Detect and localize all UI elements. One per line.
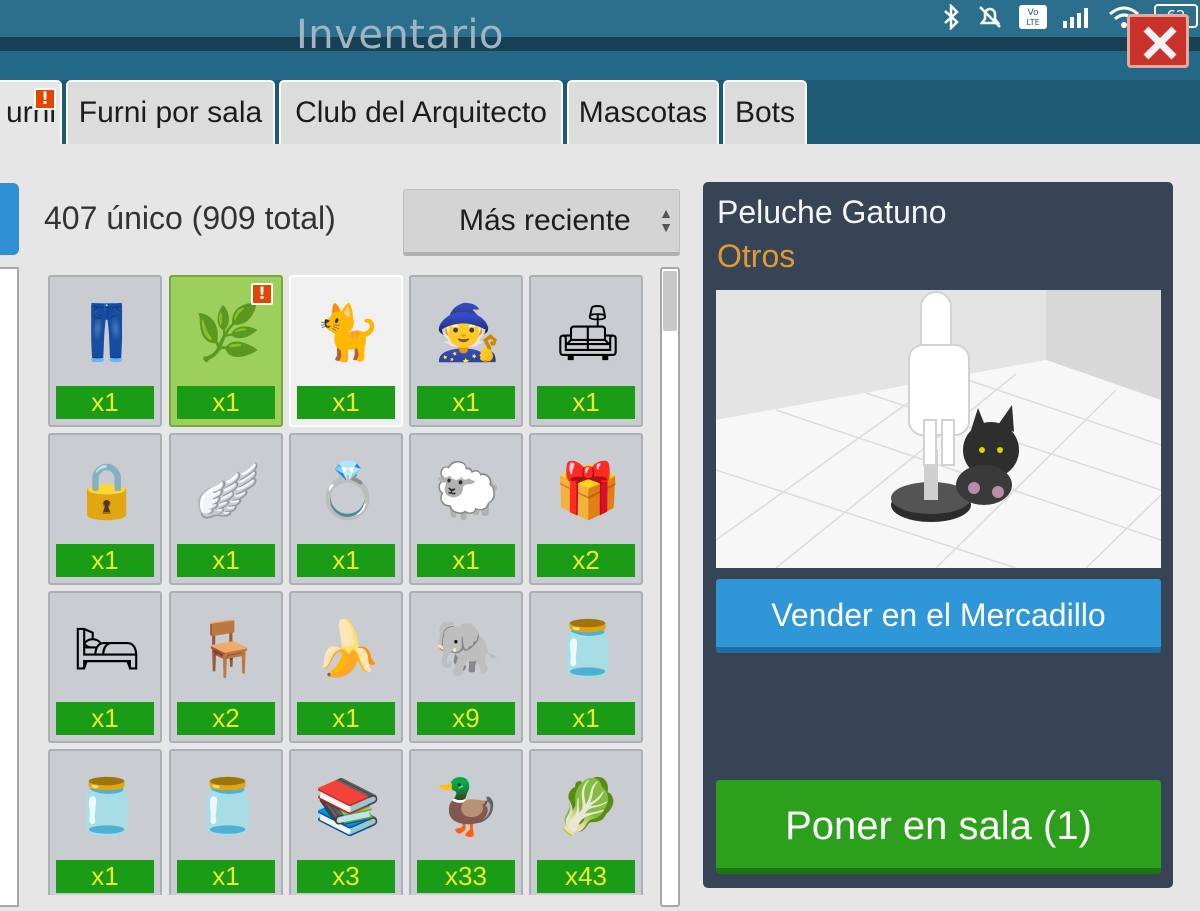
inventory-item[interactable]: 💍 x1 xyxy=(289,433,403,585)
inventory-item[interactable]: 🎁 x2 xyxy=(529,433,643,585)
item-quantity: x43 xyxy=(537,860,635,893)
item-preview xyxy=(716,290,1161,568)
sheep-hanger-icon: 🐑 xyxy=(434,459,502,522)
glass-jar-icon: 🫙 xyxy=(194,775,262,838)
item-quantity: x1 xyxy=(417,544,515,577)
rubber-duck-icon: 🦆 xyxy=(434,775,502,838)
tab-label: Club del Arquitecto xyxy=(295,96,547,129)
alert-badge: ! xyxy=(34,88,56,110)
room-preview-image xyxy=(716,290,1161,568)
category-scrollbar[interactable] xyxy=(0,267,19,907)
inventory-item[interactable]: 🥬 x43 xyxy=(529,749,643,895)
close-icon xyxy=(1143,26,1177,60)
tab-label: Mascotas xyxy=(578,96,708,129)
item-quantity: x1 xyxy=(297,702,395,735)
sort-value: Más reciente xyxy=(459,204,631,237)
gift-bag-icon: 🎁 xyxy=(554,459,622,522)
status-bar: Vo LTE xyxy=(940,2,1140,32)
volte-icon: VoLTE xyxy=(1019,5,1047,29)
gnome-icon: 🧙 xyxy=(434,301,502,364)
item-name: Peluche Gatuno xyxy=(717,194,947,230)
pants-icon: 👖 xyxy=(73,301,141,364)
inventory-item[interactable]: 🐑 x1 xyxy=(409,433,523,585)
black-cat-plush-icon: 🐈 xyxy=(314,301,382,364)
inventory-item[interactable]: 🪽 x1 xyxy=(169,433,283,585)
item-details-panel: Peluche Gatuno Otros Vender en el Mercad… xyxy=(703,182,1173,888)
inventory-item[interactable]: 🔒 x1 xyxy=(48,433,162,585)
sell-marketplace-button[interactable]: Vender en el Mercadillo xyxy=(716,579,1161,653)
item-quantity: x1 xyxy=(56,860,154,893)
inventory-item[interactable]: 👖 x1 xyxy=(48,275,162,427)
scrollbar-thumb[interactable] xyxy=(663,271,677,331)
item-quantity: x1 xyxy=(56,386,154,419)
item-quantity: x2 xyxy=(537,544,635,577)
item-quantity: x1 xyxy=(537,386,635,419)
category-button[interactable] xyxy=(0,183,19,255)
sort-select[interactable]: Más reciente ▲ ▼ xyxy=(403,189,680,256)
inventory-item[interactable]: 🫙 x1 xyxy=(48,749,162,895)
wooden-chair-icon: 🪑 xyxy=(194,617,262,680)
tab-club-del-arquitecto[interactable]: Club del Arquitecto xyxy=(279,80,563,144)
window-titlebar: Inventario VoLTE 62 xyxy=(0,0,1200,80)
window-title: Inventario xyxy=(296,12,505,58)
item-quantity: x1 xyxy=(537,702,635,735)
elephant-icon: 🐘 xyxy=(434,617,502,680)
glass-jar-icon: 🫙 xyxy=(73,775,141,838)
inventory-item[interactable]: 🐘 x9 xyxy=(409,591,523,743)
item-quantity: x1 xyxy=(417,386,515,419)
inventory-item[interactable]: 🌿 x1! xyxy=(169,275,283,427)
sort-arrows-icon: ▲ ▼ xyxy=(659,205,673,235)
item-quantity: x3 xyxy=(297,860,395,893)
cabbage-icon: 🥬 xyxy=(554,775,622,838)
svg-text:LTE: LTE xyxy=(1026,18,1039,27)
glass-jar-icon: 🫙 xyxy=(554,617,622,680)
tab-furni-por-sala[interactable]: Furni por sala xyxy=(66,80,275,144)
inventory-item[interactable]: 🧙 x1 xyxy=(409,275,523,427)
inventory-item[interactable]: 🪑 x2 xyxy=(169,591,283,743)
tab-label: Bots xyxy=(734,96,796,129)
bed-icon: 🛏 xyxy=(72,617,142,680)
item-quantity: x1 xyxy=(177,860,275,893)
sofa-icon: 🛋 xyxy=(553,301,623,364)
alert-badge: ! xyxy=(251,283,273,305)
signal-icon xyxy=(1063,8,1088,28)
svg-text:Vo: Vo xyxy=(1028,8,1039,18)
place-in-room-button[interactable]: Poner en sala (1) xyxy=(716,780,1161,874)
item-quantity: x33 xyxy=(417,860,515,893)
inventory-scrollbar[interactable] xyxy=(660,267,680,907)
tab-label: Furni por sala xyxy=(78,96,263,129)
inventory-item[interactable]: 🫙 x1 xyxy=(529,591,643,743)
item-quantity: x1 xyxy=(56,702,154,735)
inventory-grid: 👖 x1 🌿 x1! 🐈 x1 🧙 x1 🛋 x1 🔒 x1 🪽 x1 💍 x1 🐑 x1 🎁 x2 🛏 x1 🪑 x2 🍌 x1… xyxy=(48,275,646,895)
close-button[interactable] xyxy=(1127,14,1189,68)
tab-furni[interactable]: urni ! xyxy=(0,80,62,144)
item-quantity: x9 xyxy=(417,702,515,735)
inventory-item[interactable]: 🐈 x1 xyxy=(289,275,403,427)
inventory-item[interactable]: 🛏 x1 xyxy=(48,591,162,743)
padlock-heart-icon: 🔒 xyxy=(73,459,141,522)
item-quantity: x2 xyxy=(177,702,275,735)
item-quantity: x1 xyxy=(297,386,395,419)
inventory-item[interactable]: 🦆 x33 xyxy=(409,749,523,895)
banana-icon: 🍌 xyxy=(314,617,382,680)
item-quantity: x1 xyxy=(177,544,275,577)
bookshelf-icon: 📚 xyxy=(314,775,382,838)
item-quantity: x1 xyxy=(177,386,275,419)
scattered-leaves-icon: 🌿 xyxy=(194,301,262,364)
angel-wings-icon: 🪽 xyxy=(194,459,262,522)
ring-icon: 💍 xyxy=(314,459,382,522)
inventory-item[interactable]: 🫙 x1 xyxy=(169,749,283,895)
tab-mascotas[interactable]: Mascotas xyxy=(567,80,719,144)
item-quantity: x1 xyxy=(56,544,154,577)
bluetooth-icon xyxy=(944,4,959,30)
tab-strip: urni ! Furni por sala Club del Arquitect… xyxy=(0,80,1200,144)
mute-bell-icon xyxy=(979,6,1001,28)
inventory-item[interactable]: 🍌 x1 xyxy=(289,591,403,743)
item-category: Otros xyxy=(717,238,796,274)
inventory-item[interactable]: 🛋 x1 xyxy=(529,275,643,427)
inventory-item[interactable]: 📚 x3 xyxy=(289,749,403,895)
item-quantity: x1 xyxy=(297,544,395,577)
tab-bots[interactable]: Bots xyxy=(723,80,807,144)
item-count-label: 407 único (909 total) xyxy=(44,200,336,236)
